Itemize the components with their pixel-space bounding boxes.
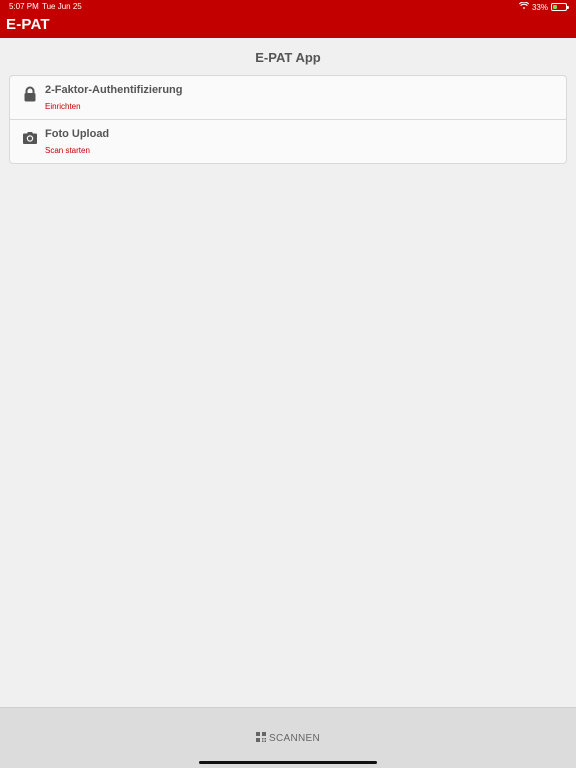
home-indicator[interactable]: [199, 761, 377, 764]
qr-code-icon: [256, 732, 266, 745]
wifi-icon: [518, 1, 530, 12]
status-indicators: 33%: [518, 1, 569, 13]
lock-icon: [22, 86, 38, 102]
status-date: Tue Jun 25: [42, 2, 82, 11]
bottom-bar: SCANNEN: [0, 707, 576, 768]
list-item-photo-upload[interactable]: Foto Upload Scan starten: [10, 120, 566, 164]
list-item-action[interactable]: Scan starten: [45, 146, 90, 155]
list-item-title: Foto Upload: [45, 128, 110, 140]
list-item-title: 2-Faktor-Authentifizierung: [45, 84, 183, 96]
app-title: E-PAT: [6, 16, 50, 33]
scan-button-label: SCANNEN: [269, 733, 320, 744]
scan-button[interactable]: SCANNEN: [0, 732, 576, 745]
battery-icon: [551, 3, 569, 11]
list-item-2fa[interactable]: 2-Faktor-Authentifizierung Einrichten: [10, 76, 566, 120]
page-title: E-PAT App: [255, 50, 321, 65]
app-bar: 5:07 PM Tue Jun 25 33% E-PAT: [0, 0, 576, 38]
list-item-action[interactable]: Einrichten: [45, 102, 81, 111]
camera-icon: [22, 130, 38, 146]
menu-card: 2-Faktor-Authentifizierung Einrichten Fo…: [9, 75, 567, 164]
status-time: 5:07 PM: [9, 2, 39, 11]
battery-percent: 33%: [531, 2, 548, 12]
